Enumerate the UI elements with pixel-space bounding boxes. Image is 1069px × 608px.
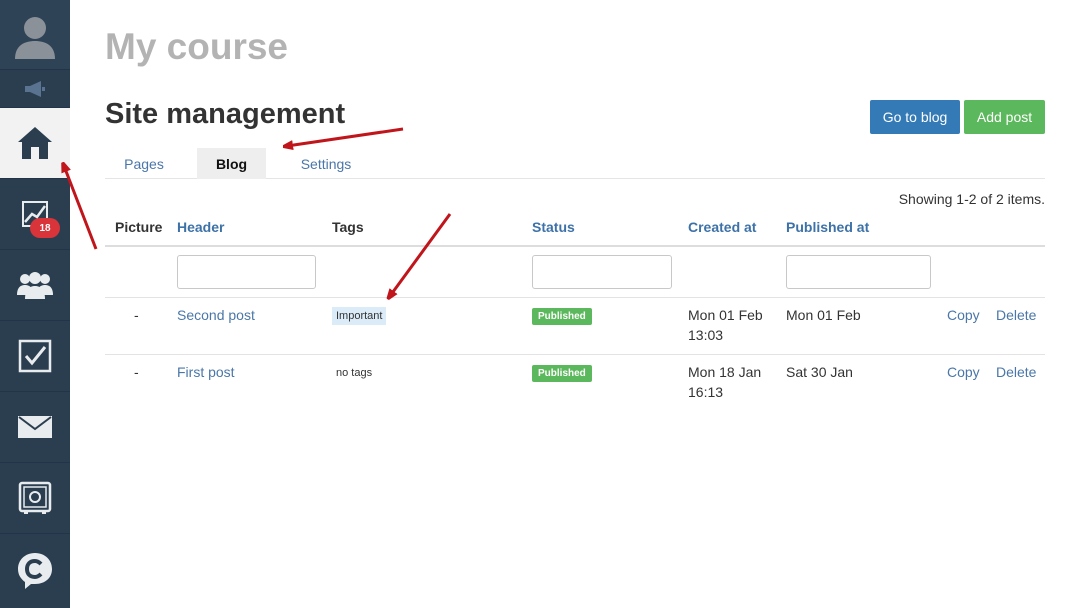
tab-settings[interactable]: Settings: [280, 148, 372, 179]
user-avatar[interactable]: [0, 0, 70, 70]
header-filter-input[interactable]: [177, 255, 316, 289]
copy-link[interactable]: Copy: [947, 362, 980, 382]
chat-logo-icon: [18, 553, 52, 589]
picture-cell: -: [134, 307, 139, 323]
post-header-link[interactable]: Second post: [177, 305, 255, 325]
safe-icon: [18, 481, 52, 514]
mail-icon: [18, 416, 52, 438]
tag-badge: Important: [332, 307, 387, 325]
filter-row-divider: [105, 297, 1045, 298]
row-divider: [105, 354, 1045, 355]
copy-link[interactable]: Copy: [947, 305, 980, 325]
column-header-published-at[interactable]: Published at: [786, 219, 869, 235]
delete-link[interactable]: Delete: [996, 362, 1036, 382]
tab-bar: Pages Blog Settings: [105, 148, 1045, 179]
tags-text: no tags: [336, 367, 373, 379]
created-time: 13:03: [688, 327, 724, 343]
speaker-icon: [25, 80, 45, 97]
user-avatar-icon: [15, 16, 55, 59]
sidebar: 18: [0, 0, 70, 608]
checkbox-icon: [18, 339, 52, 373]
published-date: Sat 30 Jan: [786, 364, 853, 380]
post-header-link[interactable]: First post: [177, 362, 235, 382]
stats-badge: 18: [30, 218, 60, 238]
page-title: Site management: [105, 98, 346, 130]
sidebar-item-home[interactable]: [0, 108, 70, 179]
annotation-arrows: [0, 127, 452, 608]
table-header-divider: [105, 245, 1045, 247]
picture-cell: -: [134, 364, 139, 380]
column-header-header[interactable]: Header: [177, 219, 224, 235]
table-summary: Showing 1-2 of 2 items.: [898, 191, 1045, 207]
sidebar-item-logo[interactable]: [0, 534, 70, 608]
column-header-picture: Picture: [115, 219, 163, 235]
course-title: My course: [105, 26, 289, 67]
published-filter-input[interactable]: [786, 255, 931, 289]
published-date: Mon 01 Feb: [786, 307, 861, 323]
sidebar-item-mail[interactable]: [0, 392, 70, 463]
created-date: Mon 01 Feb: [688, 307, 763, 323]
sidebar-item-safe[interactable]: [0, 463, 70, 534]
arrow-to-blog-tab: [287, 127, 404, 146]
sidebar-item-announcements[interactable]: [0, 70, 70, 108]
created-time: 16:13: [688, 384, 724, 400]
sidebar-item-users[interactable]: [0, 250, 70, 321]
column-header-status[interactable]: Status: [532, 219, 575, 235]
created-date: Mon 18 Jan: [688, 364, 762, 380]
users-icon: [17, 272, 53, 299]
sidebar-item-statistics[interactable]: [0, 179, 70, 250]
delete-link[interactable]: Delete: [996, 305, 1036, 325]
arrow-to-tag: [390, 213, 452, 296]
sidebar-item-tasks[interactable]: [0, 321, 70, 392]
column-header-tags: Tags: [332, 219, 364, 235]
tab-pages[interactable]: Pages: [105, 148, 183, 179]
tab-blog[interactable]: Blog: [197, 148, 266, 179]
add-post-button[interactable]: Add post: [964, 100, 1045, 134]
column-header-created-at[interactable]: Created at: [688, 219, 756, 235]
status-badge: Published: [532, 308, 592, 325]
status-badge: Published: [532, 365, 592, 382]
home-icon: [18, 127, 52, 159]
go-to-blog-button[interactable]: Go to blog: [870, 100, 960, 134]
status-filter-input[interactable]: [532, 255, 672, 289]
